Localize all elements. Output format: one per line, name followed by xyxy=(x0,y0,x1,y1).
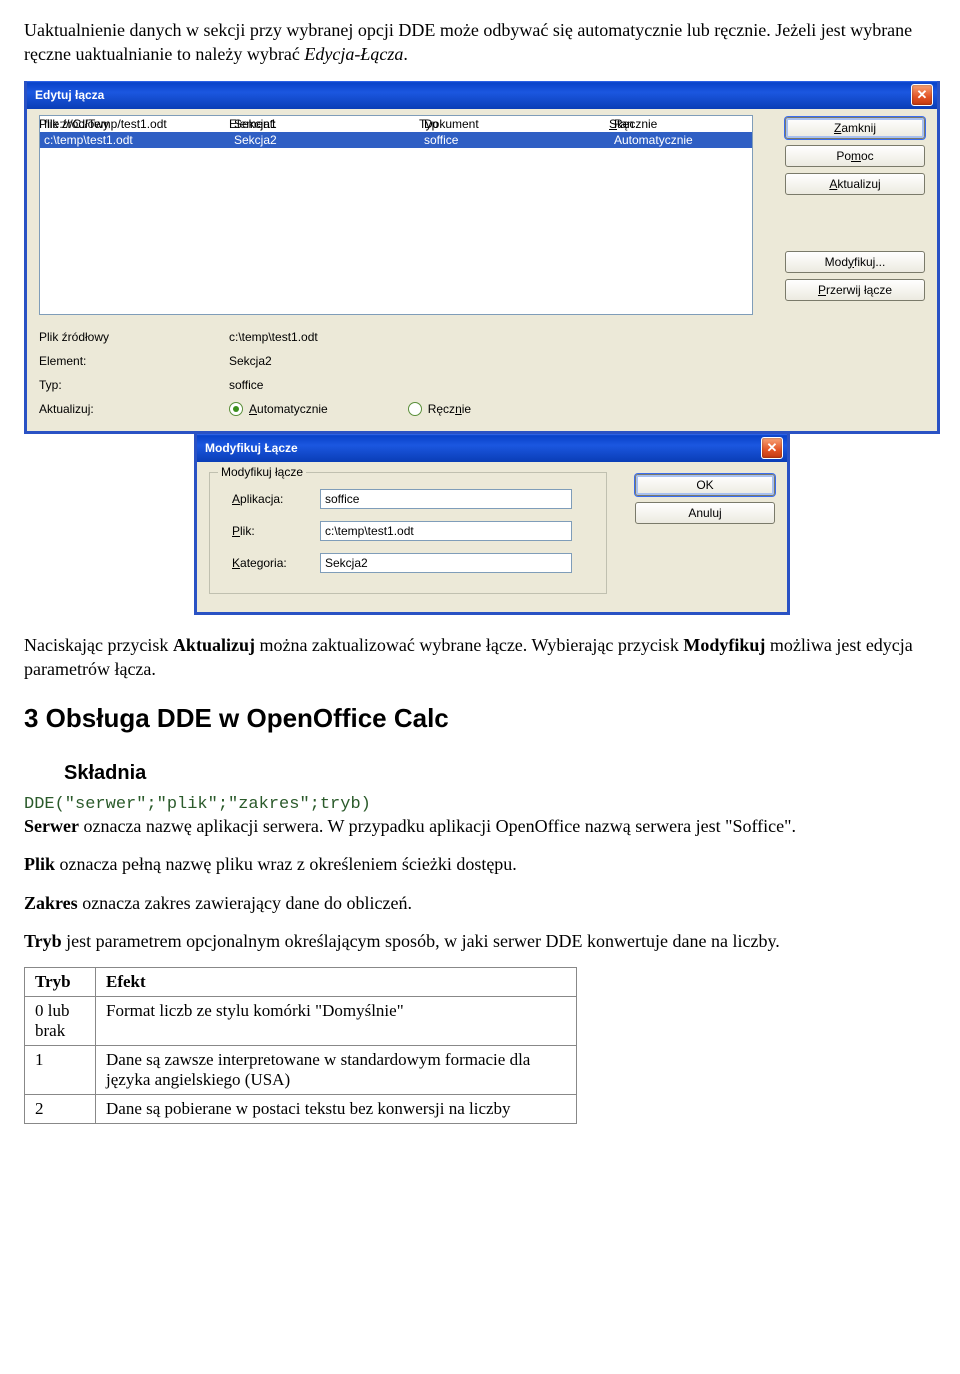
modify-button[interactable]: Modyfikuj...Modyfikuj... xyxy=(785,251,925,273)
param-serwer: Serwer oznacza nazwę aplikacji serwera. … xyxy=(24,814,936,838)
cat-input[interactable] xyxy=(320,553,572,573)
cell-source: c:\temp\test1.odt xyxy=(40,133,230,147)
edit-links-dialog: Edytuj łącza ✕ Plik źródłowy Element: Ty… xyxy=(24,81,940,434)
param-zakres: Zakres oznacza zakres zawierający dane d… xyxy=(24,891,936,915)
cell-source: file:///C:/Temp/test1.odt xyxy=(40,117,230,131)
intro-menu-path: Edycja-Łącza xyxy=(304,44,403,64)
detail-update-label: Aktualizuj: xyxy=(39,402,229,416)
break-link-button[interactable]: Przerwij łączePrzerwij łącze xyxy=(785,279,925,301)
detail-source-label: Plik źródłowy xyxy=(39,330,229,344)
cell-efekt: Dane są zawsze interpretowane w standard… xyxy=(96,1046,577,1095)
edit-links-titlebar[interactable]: Edytuj łącza ✕ xyxy=(27,81,937,109)
table-row: 2 Dane są pobierane w postaci tekstu bez… xyxy=(25,1095,577,1124)
section-heading: 3 Obsługa DDE w OpenOffice Calc xyxy=(24,703,936,734)
detail-source-value: c:\temp\test1.odt xyxy=(229,330,318,344)
intro-text-1: Uaktualnienie danych w sekcji przy wybra… xyxy=(24,20,912,64)
file-input[interactable] xyxy=(320,521,572,541)
post-dialog-paragraph: Naciskając przycisk Aktualizuj można zak… xyxy=(24,633,936,682)
th-tryb: Tryb xyxy=(25,968,96,997)
close-icon[interactable]: ✕ xyxy=(911,84,933,106)
th-efekt: Efekt xyxy=(96,968,577,997)
cell-stan: Automatycznie xyxy=(610,133,750,147)
cell-stan: Ręcznie xyxy=(610,117,750,131)
cell-typ: soffice xyxy=(420,133,610,147)
detail-typ-label: Typ: xyxy=(39,378,229,392)
edit-links-title: Edytuj łącza xyxy=(35,88,104,102)
btn-ref-aktualizuj: Aktualizuj xyxy=(173,635,255,655)
table-row: 0 lub brak Format liczb ze stylu komórki… xyxy=(25,997,577,1046)
cell-efekt: Dane są pobierane w postaci tekstu bez k… xyxy=(96,1095,577,1124)
intro-text-3: . xyxy=(403,44,408,64)
help-button[interactable]: PomocPomoc xyxy=(785,145,925,167)
cancel-button[interactable]: Anuluj xyxy=(635,502,775,524)
file-label: Plik:Plik: xyxy=(218,524,320,538)
fieldset-legend: Modyfikuj łącze xyxy=(218,465,306,479)
cell-element: Sekcja2 xyxy=(230,133,420,147)
link-details: Plik źródłowy c:\temp\test1.odt Element:… xyxy=(39,325,925,421)
syntax-heading: Składnia xyxy=(64,762,936,785)
btn-ref-modyfikuj: Modyfikuj xyxy=(683,635,765,655)
app-input[interactable] xyxy=(320,489,572,509)
param-plik: Plik oznacza pełną nazwę pliku wraz z ok… xyxy=(24,852,936,876)
cell-tryb: 1 xyxy=(25,1046,96,1095)
detail-element-label: Element: xyxy=(39,354,229,368)
ok-button[interactable]: OK xyxy=(635,474,775,496)
cat-label: Kategoria:Kategoria: xyxy=(218,556,320,570)
param-tryb: Tryb jest parametrem opcjonalnym określa… xyxy=(24,929,936,953)
detail-typ-value: soffice xyxy=(229,378,263,392)
close-icon[interactable]: ✕ xyxy=(761,437,783,459)
radio-manual-label: Ręcznie xyxy=(428,402,471,416)
cell-tryb: 0 lub brak xyxy=(25,997,96,1046)
modify-link-dialog: Modyfikuj Łącze ✕ Modyfikuj łącze Aplika… xyxy=(194,434,790,615)
cell-efekt: Format liczb ze stylu komórki "Domyślnie… xyxy=(96,997,577,1046)
cell-tryb: 2 xyxy=(25,1095,96,1124)
detail-element-value: Sekcja2 xyxy=(229,354,272,368)
table-row: 1 Dane są zawsze interpretowane w standa… xyxy=(25,1046,577,1095)
intro-paragraph: Uaktualnienie danych w sekcji przy wybra… xyxy=(24,18,936,67)
cell-typ: Dokument xyxy=(420,117,610,131)
table-row: Tryb Efekt xyxy=(25,968,577,997)
update-button[interactable]: AktualizujAktualizuj xyxy=(785,173,925,195)
tryb-table: Tryb Efekt 0 lub brak Format liczb ze st… xyxy=(24,967,577,1124)
modify-link-fieldset: Modyfikuj łącze Aplikacja:Aplikacja: Pli… xyxy=(209,472,607,594)
modify-link-titlebar[interactable]: Modyfikuj Łącze ✕ xyxy=(197,434,787,462)
radio-manual[interactable]: Ręcznie Ręcznie xyxy=(408,402,471,416)
radio-auto-label: Automatycznie xyxy=(249,402,328,416)
radio-auto[interactable]: Automatycznie Automatycznie xyxy=(229,402,328,416)
app-label: Aplikacja:Aplikacja: xyxy=(218,492,320,506)
cell-element: Sekcja1 xyxy=(230,117,420,131)
list-item[interactable]: file:///C:/Temp/test1.odt Sekcja1 Dokume… xyxy=(40,116,752,132)
modify-link-title: Modyfikuj Łącze xyxy=(205,441,298,455)
list-item-selected[interactable]: c:\temp\test1.odt Sekcja2 soffice Automa… xyxy=(40,132,752,148)
dde-syntax-code: DDE("serwer";"plik";"zakres";tryb) xyxy=(24,795,936,814)
close-button[interactable]: ZamknijZamknij xyxy=(785,117,925,139)
